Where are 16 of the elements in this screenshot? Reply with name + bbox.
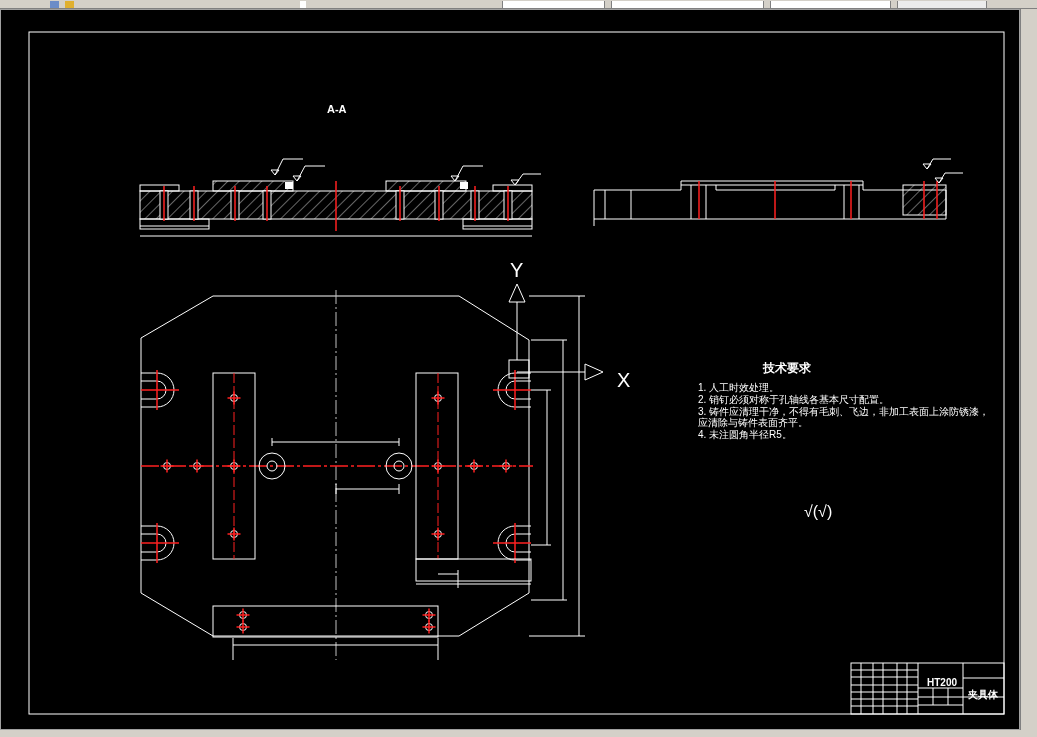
dropdown-field[interactable] [897,1,987,8]
dropdown-field[interactable] [502,1,605,8]
requirement-item: 4. 未注圆角半径R5。 [698,429,793,440]
part-name: 夹具体 [968,690,998,700]
dropdown-field[interactable] [610,1,764,8]
requirement-item: 2. 销钉必须对称于孔轴线各基本尺寸配置。 [698,394,891,405]
requirement-item: 3. 铸件应清理干净，不得有毛刺、飞边，非加工表面上涂防锈漆，应清除与铸件表面齐平。 [698,406,991,428]
surface-finish-note: √(√) [804,504,833,520]
toolbar-icon[interactable] [299,1,307,8]
material-label: HT200 [927,678,957,688]
axis-label: Y [510,260,524,280]
requirements-title: 技术要求 [763,362,811,374]
requirement-item: 1. 人工时效处理。 [698,382,781,393]
dropdown-field[interactable] [769,1,892,8]
section-label: A-A [327,104,347,115]
axis-label: X [617,370,631,390]
